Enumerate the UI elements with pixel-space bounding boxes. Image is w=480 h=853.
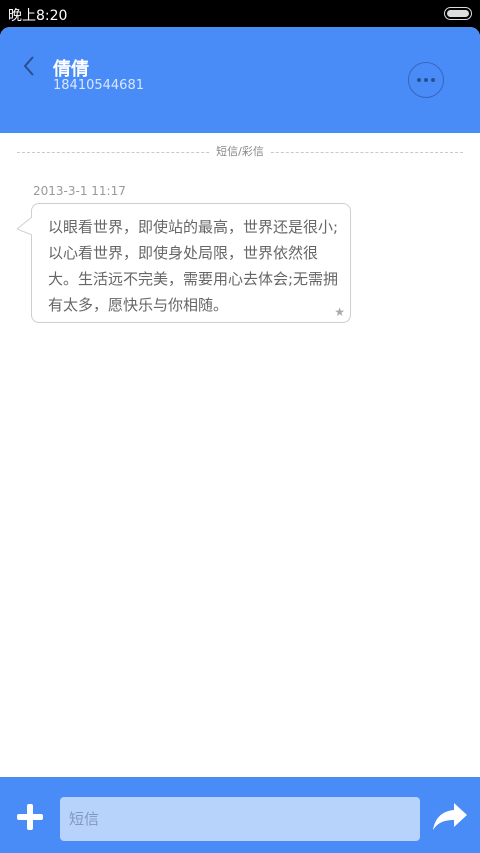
battery-icon bbox=[444, 7, 472, 20]
message-bubble[interactable]: 以眼看世界，即使站的最高，世界还是很小;以心看世界，即使身处局限，世界依然很大。… bbox=[31, 203, 351, 323]
message-input[interactable] bbox=[60, 797, 420, 841]
message-timestamp: 2013-3-1 11:17 bbox=[33, 184, 126, 198]
send-arrow-icon bbox=[433, 803, 467, 830]
message-type-divider: 短信/彩信 bbox=[17, 145, 463, 159]
plus-icon bbox=[17, 804, 43, 830]
more-icon bbox=[417, 78, 421, 82]
chevron-left-icon bbox=[23, 56, 34, 76]
attach-button[interactable] bbox=[15, 802, 45, 832]
status-bar: 晚上8:20 bbox=[0, 0, 480, 27]
composer-bar bbox=[0, 777, 480, 853]
more-options-button[interactable] bbox=[408, 62, 444, 98]
message-type-label: 短信/彩信 bbox=[210, 145, 270, 159]
conversation-screen: 倩倩 18410544681 短信/彩信 2013-3-1 11:17 以眼看世… bbox=[0, 27, 480, 853]
back-button[interactable] bbox=[16, 51, 46, 81]
conversation-header: 倩倩 18410544681 bbox=[0, 27, 480, 133]
star-icon: ★ bbox=[334, 305, 345, 319]
bubble-tail bbox=[17, 217, 33, 235]
send-button[interactable] bbox=[432, 801, 468, 833]
message-text: 以眼看世界，即使站的最高，世界还是很小;以心看世界，即使身处局限，世界依然很大。… bbox=[48, 218, 339, 314]
status-time: 晚上8:20 bbox=[8, 8, 68, 24]
contact-number: 18410544681 bbox=[53, 78, 144, 93]
